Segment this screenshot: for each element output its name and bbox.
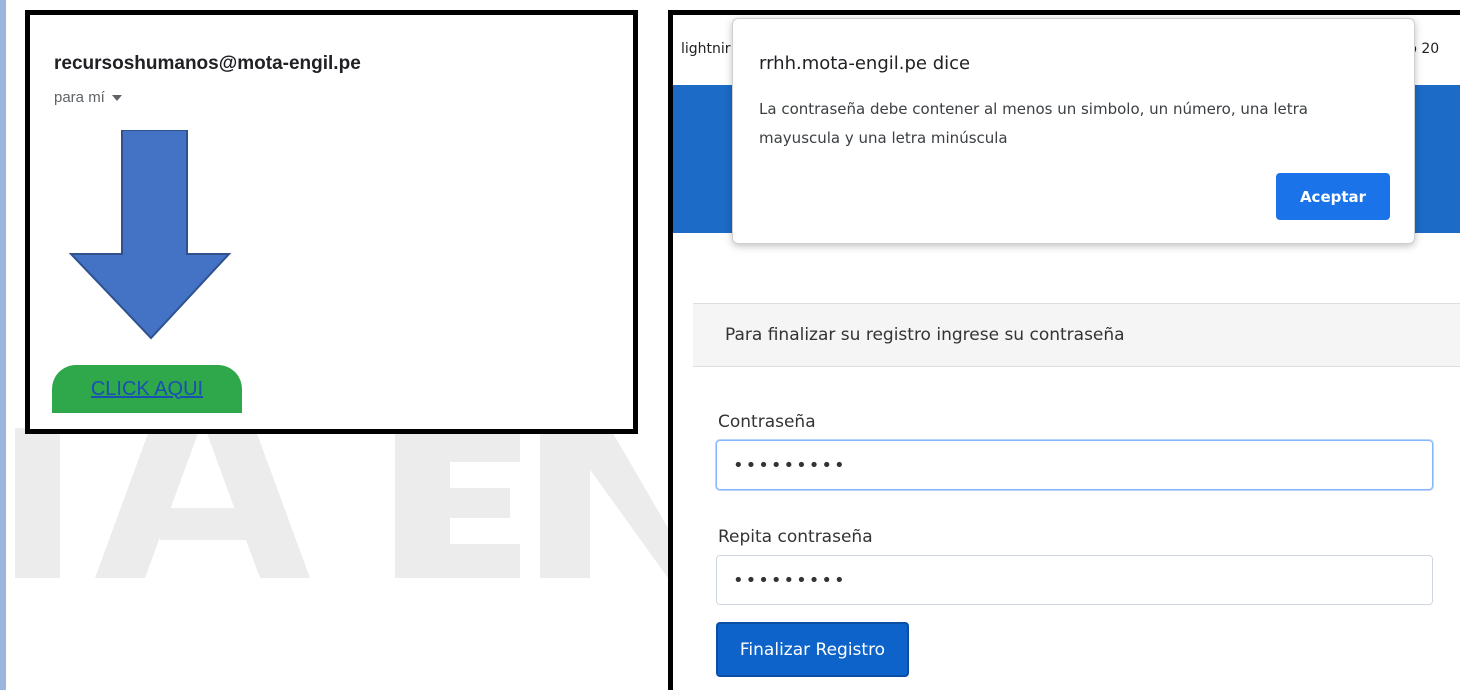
email-recipient: para mí <box>54 89 105 106</box>
confirm-password-input[interactable] <box>716 555 1433 605</box>
caret-down-icon[interactable] <box>111 94 122 101</box>
click-here-link-button[interactable]: CLICK AQUI <box>52 365 242 413</box>
confirm-password-label: Repita contraseña <box>718 527 873 547</box>
password-label: Contraseña <box>718 412 816 432</box>
email-recipient-toggle[interactable]: para mí <box>54 89 122 106</box>
finalize-registration-button[interactable]: Finalizar Registro <box>716 622 909 677</box>
form-card-header: Para finalizar su registro ingrese su co… <box>693 303 1460 367</box>
down-arrow-icon <box>68 130 232 340</box>
browser-tab-text-left: lightnir <box>681 41 731 57</box>
password-input[interactable] <box>716 440 1433 490</box>
alert-dialog: rrhh.mota-engil.pe dice La contraseña de… <box>732 18 1415 244</box>
dialog-title: rrhh.mota-engil.pe dice <box>759 53 971 74</box>
dialog-message: La contraseña debe contener al menos un … <box>759 100 1308 147</box>
accept-button[interactable]: Aceptar <box>1276 173 1390 220</box>
screenshot-composite: recursoshumanos@mota-engil.pe para mí CL… <box>0 0 1460 690</box>
email-panel: recursoshumanos@mota-engil.pe para mí CL… <box>25 10 638 434</box>
email-sender: recursoshumanos@mota-engil.pe <box>54 53 361 74</box>
